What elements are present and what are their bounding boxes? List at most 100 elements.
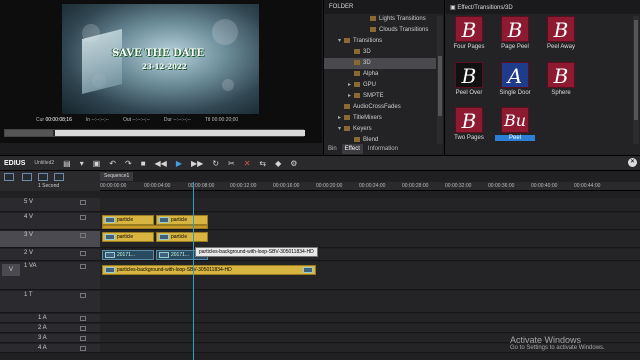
close-icon[interactable]: ✕ [628,158,637,167]
watermark-title: Activate Windows [510,335,582,345]
insert-mode-icon[interactable] [54,173,64,181]
target-v-icon[interactable]: V [2,264,20,276]
clip-particle-3v-1[interactable]: particle [102,232,154,242]
undo-icon[interactable]: ↶ [109,159,116,168]
tree-item-lights-transitions[interactable]: Lights Transitions [324,14,436,25]
delete-icon[interactable]: ✕ [244,159,251,168]
lock-toggle[interactable] [80,233,86,238]
track-5v[interactable]: 5 V [0,198,100,212]
scissors-icon[interactable]: ✂ [228,159,235,168]
clip-thumb [303,267,313,273]
preview-monitor[interactable]: SAVE THE DATE 23-12-2022 [62,4,259,114]
ruler-tick-label: 00:00:12:00 [230,183,257,189]
play-icon[interactable]: ▶ [176,159,182,168]
tree-item-3d[interactable]: 3D [324,47,436,58]
ttl-timecode: Ttl 00:00:20;00 [204,117,239,123]
lane-1t[interactable] [100,291,640,313]
dur-timecode: Dur --:--:--;-- [163,117,191,123]
lock-toggle[interactable] [80,316,86,321]
tree-item-audiocrossfades[interactable]: AudioCrossFades [324,102,436,113]
lock-toggle[interactable] [80,264,86,269]
tree-item-3d-selected[interactable]: 3D [324,58,436,69]
track-4v[interactable]: 4 V [0,213,100,230]
ripple-icon[interactable]: ⇆ [259,159,266,168]
folder-icon [354,59,360,65]
effect-thumbnail: B [547,62,575,88]
new-sequence-icon[interactable]: ▤ [63,159,71,168]
track-4a[interactable]: 4 A [0,344,100,353]
effect-thumbnail: B [455,62,483,88]
folder-scrollbar[interactable] [437,16,443,144]
clip-particle-4v-1[interactable]: particle [102,215,154,225]
scrubber-fill [5,130,53,136]
effect-two-pages[interactable]: B Two Pages [449,107,489,147]
lock-toggle[interactable] [80,215,86,220]
lock-toggle[interactable] [80,200,86,205]
render-icon[interactable]: ⚙ [290,159,297,168]
effect-page-peel[interactable]: B Page Peel [495,16,535,56]
lock-toggle[interactable] [80,293,86,298]
tree-item-gpu[interactable]: ▸ GPU [324,80,436,91]
track-2v[interactable]: 2 V [0,249,100,261]
effect-sphere[interactable]: B Sphere [541,62,581,102]
tree-item-smpte[interactable]: ▸ SMPTE [324,91,436,102]
track-label: 1 T [24,292,33,298]
lock-toggle[interactable] [80,336,86,341]
rewind-icon[interactable]: ◀◀ [155,159,167,168]
clip-background-1va[interactable]: particles-background-with-loop-SBV-30501… [102,265,316,275]
sync-icon[interactable] [22,173,32,181]
lane-2a[interactable] [100,324,640,333]
lock-toggle[interactable] [80,251,86,256]
fast-forward-icon[interactable]: ▶▶ [191,159,203,168]
effect-peel-away[interactable]: B Peel Away [541,16,581,56]
effect-single-door[interactable]: A Single Door [495,62,535,102]
tab-information[interactable]: Information [365,144,401,154]
clip-particle-3v-2[interactable]: particle [156,232,208,242]
effect-panel: ▣ Effect/Transitions/3D B Four Pages B Pag… [444,0,640,155]
tree-item-keyers[interactable]: ▾ Keyers [324,124,436,135]
lock-toggle[interactable] [80,326,86,331]
effect-thumbnail: B [455,107,483,133]
tab-bin[interactable]: Bin [325,144,340,154]
tree-item-clouds-transitions[interactable]: Clouds Transitions [324,25,436,36]
save-icon[interactable]: ▣ [93,159,101,168]
open-icon[interactable]: ▾ [80,159,84,168]
effect-label: Peel Away [547,44,575,50]
player-scrubber[interactable] [4,129,305,137]
tree-item-titlemixers[interactable]: ▸ TitleMixers [324,113,436,124]
tab-effect[interactable]: Effect [341,144,363,154]
clip-particle-4v-2[interactable]: particle [156,215,208,225]
page-peel-shape [82,29,122,94]
track-1a[interactable]: 1 A [0,314,100,323]
zoom-level[interactable]: 1 Second [38,183,59,189]
track-1va[interactable]: V 1 VA [0,262,100,290]
stop-icon[interactable]: ■ [141,159,146,168]
lane-5v[interactable] [100,198,640,212]
playhead[interactable] [193,182,194,360]
tree-item-transitions[interactable]: ▾ Transitions [324,36,436,47]
loop-icon[interactable]: ↻ [212,159,219,168]
track-3a[interactable]: 3 A [0,334,100,343]
track-3v[interactable]: 3 V [0,231,100,248]
marker-icon[interactable]: ◆ [275,159,281,168]
folder-icon [370,26,376,32]
ruler-tick-label: 00:00:40:00 [531,183,558,189]
lane-1a[interactable] [100,314,640,323]
track-mode-icon[interactable] [4,173,14,181]
scrollbar-thumb[interactable] [634,20,638,120]
track-1t[interactable]: 1 T [0,291,100,313]
link-icon[interactable] [38,173,48,181]
effect-scrollbar[interactable] [633,16,639,144]
tab-sequence1[interactable]: Sequence1 [100,172,134,181]
clip-video-2v-1[interactable]: 20171... [102,250,154,260]
track-2a[interactable]: 2 A [0,324,100,333]
lock-toggle[interactable] [80,346,86,351]
scrollbar-thumb[interactable] [438,56,442,116]
effect-peel-over[interactable]: B Peel Over [449,62,489,102]
effect-peel[interactable]: Bu Peel [495,107,535,147]
timeline-ruler[interactable]: 00:00:00:00 00:00:04:00 00:00:08:00 00:0… [100,182,640,191]
redo-icon[interactable]: ↷ [125,159,132,168]
activation-watermark: Activate Windows Go to Settings to activ… [510,335,605,351]
tree-item-alpha[interactable]: Alpha [324,69,436,80]
effect-four-pages[interactable]: B Four Pages [449,16,489,56]
